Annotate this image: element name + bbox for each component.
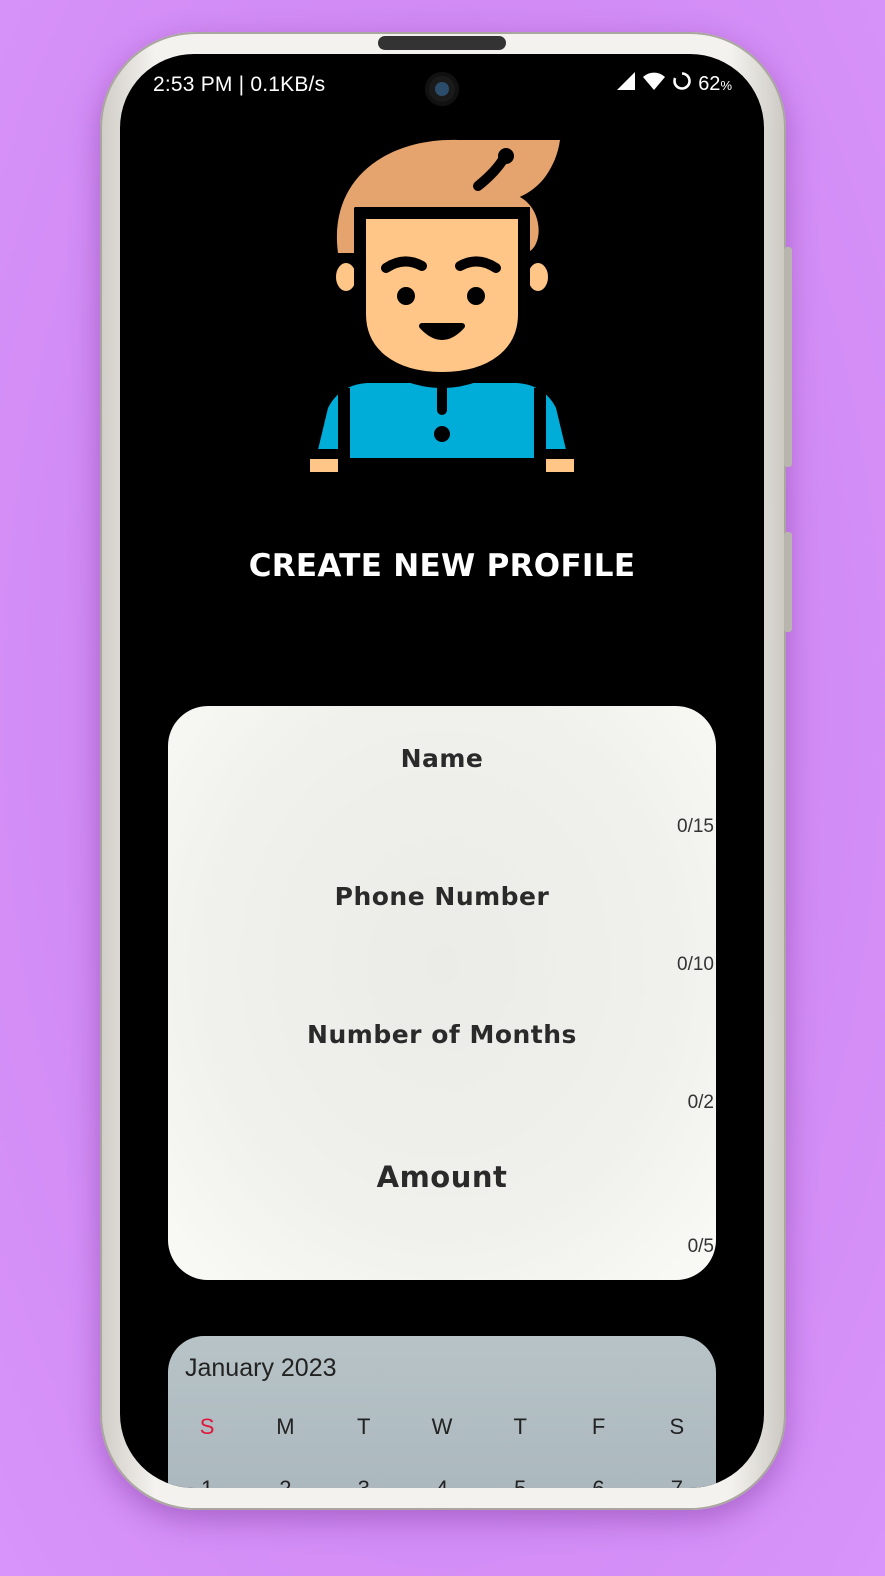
calendar-dates-row: 1 2 3 4 5 6 7 bbox=[168, 1476, 716, 1488]
status-bar: 2:53 PM | 0.1KB/s 62% bbox=[120, 54, 764, 118]
page-title: CREATE NEW PROFILE bbox=[248, 548, 636, 584]
name-label: Name bbox=[400, 744, 484, 773]
name-counter: 0/15 bbox=[677, 816, 714, 837]
calendar-month-title: January 2023 bbox=[185, 1354, 337, 1382]
calendar-date[interactable]: 6 bbox=[559, 1476, 637, 1488]
calendar[interactable]: January 2023 S M T W T F S 1 2 3 4 5 6 7 bbox=[168, 1336, 716, 1488]
weekday-wednesday: W bbox=[431, 1414, 453, 1439]
calendar-date[interactable]: 2 bbox=[246, 1476, 324, 1488]
wifi-icon bbox=[642, 71, 666, 97]
status-time-speed: 2:53 PM | 0.1KB/s bbox=[153, 73, 326, 96]
power-button bbox=[784, 532, 792, 632]
phone-number-counter: 0/10 bbox=[677, 954, 714, 975]
number-of-months-counter: 0/2 bbox=[687, 1092, 714, 1113]
cellular-signal-icon bbox=[616, 71, 636, 97]
weekday-tuesday: T bbox=[356, 1414, 371, 1439]
number-of-months-label: Number of Months bbox=[307, 1020, 577, 1049]
volume-button bbox=[784, 247, 792, 467]
status-icons: 62% bbox=[616, 71, 732, 97]
battery-ring-icon bbox=[672, 71, 692, 97]
amount-counter: 0/5 bbox=[687, 1236, 714, 1257]
calendar-date[interactable]: 5 bbox=[481, 1476, 559, 1488]
front-camera bbox=[425, 72, 459, 106]
phone-number-label: Phone Number bbox=[334, 882, 550, 911]
calendar-date[interactable]: 7 bbox=[638, 1476, 716, 1488]
amount-label: Amount bbox=[376, 1160, 508, 1194]
weekday-friday: F bbox=[591, 1414, 606, 1439]
weekday-saturday: S bbox=[669, 1414, 685, 1439]
profile-avatar-icon bbox=[308, 139, 576, 472]
weekday-monday: M bbox=[276, 1414, 295, 1439]
calendar-date[interactable]: 4 bbox=[403, 1476, 481, 1488]
calendar-date[interactable]: 3 bbox=[325, 1476, 403, 1488]
calendar-date[interactable]: 1 bbox=[168, 1476, 246, 1488]
earpiece-speaker bbox=[378, 36, 506, 50]
weekday-sunday: S bbox=[199, 1414, 215, 1439]
calendar-weekdays: S M T W T F S bbox=[168, 1414, 716, 1440]
battery-level: 62% bbox=[698, 72, 732, 95]
profile-form-card: Name 0/15 Phone Number 0/10 Number of Mo… bbox=[168, 706, 716, 1280]
weekday-thursday: T bbox=[513, 1414, 527, 1439]
screen: 2:53 PM | 0.1KB/s 62% CREATE NEW PROFILE… bbox=[120, 54, 764, 1488]
phone-frame: 2:53 PM | 0.1KB/s 62% CREATE NEW PROFILE… bbox=[100, 32, 792, 1510]
